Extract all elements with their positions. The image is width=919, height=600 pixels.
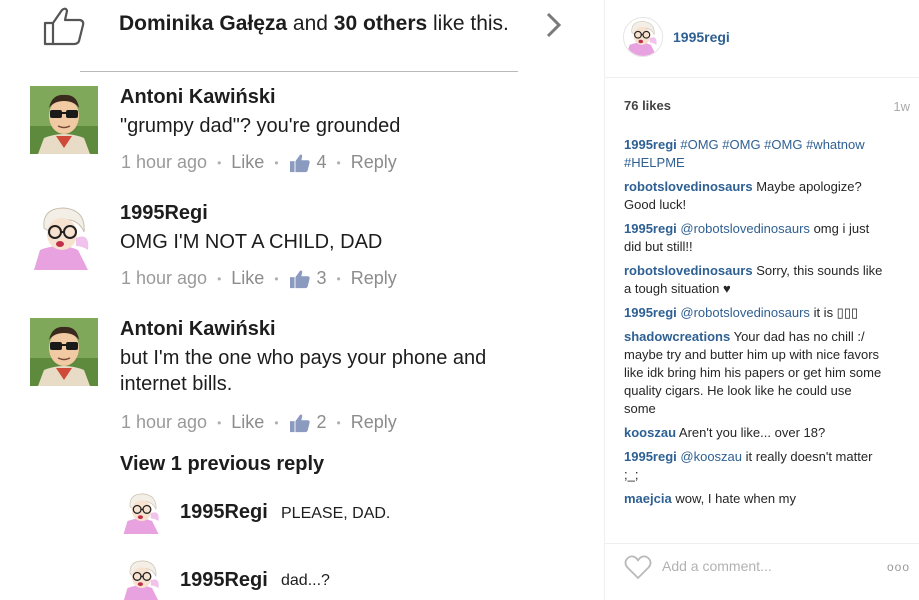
comment-mention[interactable]: @kooszau (680, 449, 742, 464)
divider (80, 71, 518, 72)
heart-icon[interactable] (624, 554, 652, 580)
comment-username[interactable]: kooszau (624, 425, 676, 440)
like-count[interactable]: 4 (317, 152, 327, 173)
ig-comment: shadowcreations Your dad has no chill :/… (624, 328, 884, 418)
ig-comment: kooszau Aren't you like... over 18? (624, 424, 884, 442)
ig-comment: 1995regi @robotslovedinosaurs omg i just… (624, 220, 884, 256)
separator-dot: • (274, 155, 279, 170)
reply-text: dad...? (281, 572, 330, 589)
comment-author[interactable]: Antoni Kawiński (120, 318, 276, 341)
instagram-panel: 1995regi 76 likes 1w 1995regi #OMG #OMG … (604, 0, 919, 600)
comment-mention[interactable]: @robotslovedinosaurs (680, 221, 810, 236)
view-previous-replies-link[interactable]: View 1 previous reply (120, 453, 324, 476)
add-comment-input[interactable]: Add a comment... (662, 558, 772, 574)
separator-dot: • (336, 415, 341, 430)
comment-username[interactable]: 1995regi (624, 449, 677, 464)
fb-comments-panel: Dominika Gałęza and 30 others like this.… (0, 0, 600, 600)
comment-username[interactable]: robotslovedinosaurs (624, 263, 753, 278)
profile-avatar[interactable] (623, 17, 663, 57)
likes-and: and (292, 12, 328, 35)
caption: 1995regi #OMG #OMG #OMG #whatnow #HELPME (624, 136, 884, 172)
likes-text: Dominika Gałęza and 30 others like this. (119, 12, 509, 36)
likes-count[interactable]: 76 likes (624, 98, 671, 113)
comment-text: wow, I hate when my (675, 491, 796, 506)
comment-meta: 1 hour ago • Like • 2 • Reply (121, 412, 397, 433)
avatar[interactable] (121, 557, 165, 600)
comment-time: 1 hour ago (121, 412, 208, 432)
separator-dot: • (274, 415, 279, 430)
ig-comment: robotslovedinosaurs Maybe apologize? Goo… (624, 178, 884, 214)
like-count[interactable]: 3 (317, 268, 327, 289)
likes-others-count[interactable]: 30 others (334, 12, 427, 35)
ig-comment: maejcia wow, I hate when my (624, 490, 884, 508)
like-count[interactable]: 2 (317, 412, 327, 433)
comment-author[interactable]: Antoni Kawiński (120, 86, 276, 109)
comments-list[interactable]: 1995regi #OMG #OMG #OMG #whatnow #HELPME… (624, 136, 884, 534)
post-header: 1995regi (605, 0, 919, 78)
comment-text: it is ▯▯▯ (813, 305, 859, 320)
thumbs-up-icon (289, 413, 311, 433)
separator-dot: • (274, 271, 279, 286)
separator-dot: • (336, 155, 341, 170)
avatar[interactable] (30, 318, 98, 386)
comment-username[interactable]: maejcia (624, 491, 672, 506)
separator-dot: • (217, 271, 222, 286)
comment-time: 1 hour ago (121, 152, 208, 172)
comment-username[interactable]: 1995regi (624, 305, 677, 320)
separator-dot: • (217, 415, 222, 430)
reply-author[interactable]: 1995Regi (180, 501, 268, 524)
likes-suffix: like this. (433, 12, 509, 35)
ig-comment: 1995regi @robotslovedinosaurs it is ▯▯▯ (624, 304, 884, 322)
like-link[interactable]: Like (231, 152, 264, 173)
thumbs-up-icon (289, 269, 311, 289)
comment-text: "grumpy dad"? you're grounded (120, 115, 401, 137)
reply-link[interactable]: Reply (351, 412, 397, 433)
comment-text: Aren't you like... over 18? (678, 425, 826, 440)
comment-username[interactable]: shadowcreations (624, 329, 730, 344)
comment-time: 1 hour ago (121, 268, 208, 288)
comment-username[interactable]: 1995regi (624, 137, 677, 152)
ig-comment: 1995regi @kooszau it really doesn't matt… (624, 448, 884, 484)
comment-meta: 1 hour ago • Like • 4 • Reply (121, 152, 397, 173)
separator-dot: • (217, 155, 222, 170)
liker-name[interactable]: Dominika Gałęza (119, 12, 287, 35)
more-options-icon[interactable]: ooo (887, 560, 910, 574)
likes-summary[interactable]: Dominika Gałęza and 30 others like this. (0, 0, 600, 56)
reply-author[interactable]: 1995Regi (180, 569, 268, 592)
post-time[interactable]: 1w (893, 99, 910, 114)
reply-link[interactable]: Reply (351, 152, 397, 173)
comment-meta: 1 hour ago • Like • 3 • Reply (121, 268, 397, 289)
comment-mention[interactable]: @robotslovedinosaurs (680, 305, 810, 320)
separator-dot: • (336, 271, 341, 286)
reply-text: PLEASE, DAD. (281, 505, 391, 522)
ig-comment: robotslovedinosaurs Sorry, this sounds l… (624, 262, 884, 298)
like-link[interactable]: Like (231, 268, 264, 289)
comment-text: OMG I'M NOT A CHILD, DAD (120, 231, 383, 253)
thumbs-up-icon (289, 153, 311, 173)
avatar[interactable] (30, 86, 98, 154)
like-link[interactable]: Like (231, 412, 264, 433)
chevron-right-icon[interactable] (543, 10, 565, 40)
post-username[interactable]: 1995regi (673, 29, 730, 45)
comment-text: but I'm the one who pays your phone and … (120, 347, 487, 395)
avatar[interactable] (121, 490, 165, 534)
like-thumb-icon[interactable] (42, 6, 86, 46)
comment-author[interactable]: 1995Regi (120, 202, 208, 225)
reply-link[interactable]: Reply (351, 268, 397, 289)
avatar[interactable] (30, 202, 98, 270)
post-footer: Add a comment... ooo (605, 543, 919, 600)
comment-username[interactable]: robotslovedinosaurs (624, 179, 753, 194)
comment-username[interactable]: 1995regi (624, 221, 677, 236)
